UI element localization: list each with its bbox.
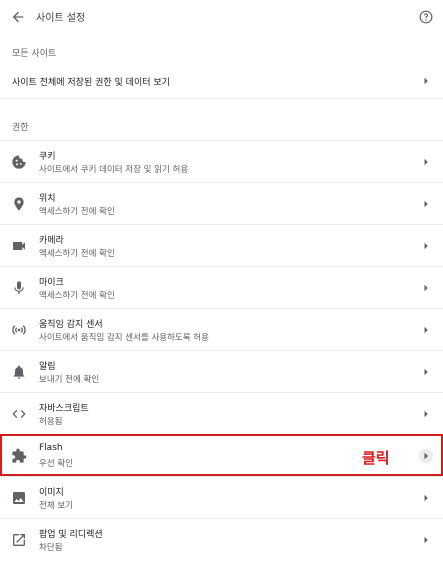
bell-icon [11,364,27,380]
all-sites-section-label: 모든 사이트 [12,49,57,59]
all-sites-row[interactable]: 사이트 전체에 저장된 권한 및 데이터 보기 [0,64,443,99]
permission-title: Flash [39,443,63,453]
permission-row-notifications[interactable]: 알림 보내기 전에 확인 [0,350,443,392]
permission-subtitle: 액세스하기 전에 확인 [39,207,115,217]
open-external-icon [11,532,27,548]
camera-icon [11,238,27,254]
permission-title: 자바스크립트 [39,404,89,414]
location-pin-icon [11,196,27,212]
header: 사이트 설정 [0,0,443,34]
permission-subtitle: 액세스하기 전에 확인 [39,291,115,301]
permission-title: 움직임 감지 센서 [39,320,103,330]
code-icon [11,406,27,422]
permission-subtitle: 사이트에서 움직임 감지 센서를 사용하도록 허용 [39,333,209,343]
puzzle-icon [11,448,27,464]
permission-subtitle: 보내기 전에 확인 [39,375,100,385]
permission-title: 알림 [39,362,56,372]
permission-row-camera[interactable]: 카메라 액세스하기 전에 확인 [0,224,443,266]
chevron-right-icon [422,158,430,166]
permissions-section-label: 권한 [12,123,29,133]
image-icon [11,490,27,506]
chevron-right-icon [422,368,430,376]
cookie-icon [11,154,27,170]
permission-row-flash[interactable]: Flash 우선 확인 클릭 [0,434,443,476]
permission-subtitle: 허용됨 [39,417,63,427]
chevron-right-icon [422,77,430,85]
chevron-right-icon [422,536,430,544]
permission-row-cookies[interactable]: 쿠키 사이트에서 쿠키 데이터 저장 및 읽기 허용 [0,140,443,182]
permission-row-images[interactable]: 이미지 전체 보기 [0,476,443,518]
microphone-icon [11,280,27,296]
all-sites-row-title: 사이트 전체에 저장된 권한 및 데이터 보기 [12,78,170,88]
permission-subtitle: 우선 확인 [39,459,73,469]
chevron-right-icon [422,326,430,334]
permission-subtitle: 액세스하기 전에 확인 [39,249,115,259]
permission-row-location[interactable]: 위치 액세스하기 전에 확인 [0,182,443,224]
permission-row-javascript[interactable]: 자바스크립트 허용됨 [0,392,443,434]
page-title: 사이트 설정 [36,13,86,24]
motion-sensor-icon [11,322,27,338]
help-circle-icon[interactable] [419,10,433,24]
permission-subtitle: 사이트에서 쿠키 데이터 저장 및 읽기 허용 [39,165,189,175]
chevron-right-icon [422,200,430,208]
permission-title: 위치 [39,194,56,204]
chevron-right-icon [422,242,430,250]
chevron-right-icon [419,449,433,463]
chevron-right-icon [422,410,430,418]
permission-row-motion-sensors[interactable]: 움직임 감지 센서 사이트에서 움직임 감지 센서를 사용하도록 허용 [0,308,443,350]
arrow-back-icon[interactable] [10,9,26,25]
permission-title: 마이크 [39,278,64,288]
permission-row-popups[interactable]: 팝업 및 리디렉션 차단됨 [0,518,443,560]
permission-title: 팝업 및 리디렉션 [39,530,103,540]
permissions-list: 쿠키 사이트에서 쿠키 데이터 저장 및 읽기 허용 위치 액세스하기 전에 확… [0,140,443,560]
permission-row-microphone[interactable]: 마이크 액세스하기 전에 확인 [0,266,443,308]
chevron-right-icon [422,284,430,292]
permission-subtitle: 전체 보기 [39,501,73,511]
permission-subtitle: 차단됨 [39,543,63,553]
permission-title: 이미지 [39,488,64,498]
permission-title: 쿠키 [39,152,56,162]
chevron-right-icon [422,494,430,502]
click-annotation-label: 클릭 [362,449,390,467]
permission-title: 카메라 [39,236,64,246]
